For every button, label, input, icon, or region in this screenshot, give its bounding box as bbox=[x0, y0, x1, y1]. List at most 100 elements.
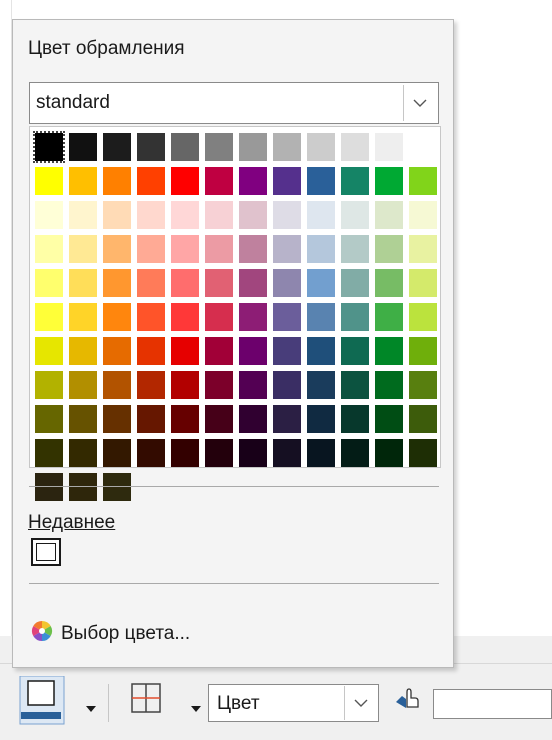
color-swatch[interactable] bbox=[407, 403, 441, 437]
color-swatch[interactable] bbox=[305, 267, 339, 301]
color-swatch[interactable] bbox=[339, 403, 373, 437]
color-swatch[interactable] bbox=[305, 335, 339, 369]
color-swatch[interactable] bbox=[305, 131, 339, 165]
color-swatch[interactable] bbox=[271, 437, 305, 471]
color-swatch[interactable] bbox=[33, 471, 67, 505]
color-swatch[interactable] bbox=[271, 335, 305, 369]
color-swatch[interactable] bbox=[373, 165, 407, 199]
color-swatch[interactable] bbox=[305, 403, 339, 437]
color-swatch[interactable] bbox=[33, 369, 67, 403]
color-swatch[interactable] bbox=[101, 165, 135, 199]
color-swatch[interactable] bbox=[203, 301, 237, 335]
color-swatch[interactable] bbox=[373, 437, 407, 471]
chevron-down-icon[interactable] bbox=[344, 686, 377, 720]
color-swatch[interactable] bbox=[203, 437, 237, 471]
color-swatch[interactable] bbox=[237, 233, 271, 267]
color-swatch[interactable] bbox=[373, 301, 407, 335]
color-swatch[interactable] bbox=[271, 267, 305, 301]
color-swatch[interactable] bbox=[67, 165, 101, 199]
color-swatch[interactable] bbox=[33, 199, 67, 233]
color-swatch[interactable] bbox=[67, 199, 101, 233]
color-swatch[interactable] bbox=[203, 233, 237, 267]
chevron-down-icon[interactable] bbox=[403, 85, 436, 121]
color-swatch[interactable] bbox=[33, 437, 67, 471]
color-swatch[interactable] bbox=[203, 403, 237, 437]
color-swatch[interactable] bbox=[101, 437, 135, 471]
color-swatch[interactable] bbox=[203, 267, 237, 301]
color-swatch[interactable] bbox=[373, 369, 407, 403]
color-swatch[interactable] bbox=[373, 233, 407, 267]
color-swatch[interactable] bbox=[407, 233, 441, 267]
recent-color-swatch[interactable] bbox=[31, 538, 61, 566]
color-swatch[interactable] bbox=[67, 471, 101, 505]
color-swatch[interactable] bbox=[101, 233, 135, 267]
color-swatch[interactable] bbox=[339, 165, 373, 199]
color-swatch[interactable] bbox=[271, 199, 305, 233]
color-swatch[interactable] bbox=[169, 267, 203, 301]
color-swatch[interactable] bbox=[339, 437, 373, 471]
color-swatch[interactable] bbox=[407, 335, 441, 369]
color-swatch[interactable] bbox=[237, 335, 271, 369]
color-swatch[interactable] bbox=[237, 131, 271, 165]
color-swatch[interactable] bbox=[135, 335, 169, 369]
color-swatch[interactable] bbox=[101, 369, 135, 403]
color-swatch[interactable] bbox=[67, 335, 101, 369]
borders-dropdown-arrow[interactable] bbox=[191, 700, 201, 718]
color-swatch[interactable] bbox=[33, 403, 67, 437]
color-swatch[interactable] bbox=[203, 165, 237, 199]
color-swatch[interactable] bbox=[305, 369, 339, 403]
color-swatch[interactable] bbox=[237, 301, 271, 335]
color-swatch[interactable] bbox=[101, 131, 135, 165]
color-swatch[interactable] bbox=[237, 369, 271, 403]
pointer-hand-icon[interactable] bbox=[393, 686, 423, 717]
color-swatch[interactable] bbox=[271, 403, 305, 437]
color-swatch[interactable] bbox=[203, 131, 237, 165]
color-swatch[interactable] bbox=[67, 233, 101, 267]
color-swatch[interactable] bbox=[135, 403, 169, 437]
color-swatch[interactable] bbox=[271, 131, 305, 165]
color-swatch[interactable] bbox=[373, 131, 407, 165]
color-swatch[interactable] bbox=[101, 301, 135, 335]
borders-button[interactable] bbox=[130, 682, 162, 719]
color-swatch[interactable] bbox=[203, 369, 237, 403]
color-swatch[interactable] bbox=[169, 369, 203, 403]
color-swatch[interactable] bbox=[407, 369, 441, 403]
color-swatch[interactable] bbox=[339, 369, 373, 403]
color-swatch[interactable] bbox=[305, 301, 339, 335]
color-swatch[interactable] bbox=[101, 403, 135, 437]
color-swatch[interactable] bbox=[339, 301, 373, 335]
color-swatch[interactable] bbox=[339, 199, 373, 233]
color-swatch[interactable] bbox=[101, 267, 135, 301]
color-swatch[interactable] bbox=[33, 335, 67, 369]
color-swatch[interactable] bbox=[135, 369, 169, 403]
color-swatch[interactable] bbox=[101, 335, 135, 369]
color-swatch[interactable] bbox=[135, 437, 169, 471]
color-swatch[interactable] bbox=[67, 403, 101, 437]
color-swatch[interactable] bbox=[407, 267, 441, 301]
color-swatch[interactable] bbox=[169, 199, 203, 233]
color-swatch[interactable] bbox=[135, 233, 169, 267]
color-swatch[interactable] bbox=[67, 131, 101, 165]
color-swatch[interactable] bbox=[339, 267, 373, 301]
color-swatch[interactable] bbox=[67, 301, 101, 335]
value-field[interactable] bbox=[433, 689, 552, 719]
color-swatch[interactable] bbox=[67, 369, 101, 403]
color-swatch[interactable] bbox=[271, 369, 305, 403]
color-swatch[interactable] bbox=[407, 437, 441, 471]
color-swatch[interactable] bbox=[169, 335, 203, 369]
color-swatch[interactable] bbox=[237, 267, 271, 301]
color-swatch[interactable] bbox=[407, 301, 441, 335]
color-swatch[interactable] bbox=[407, 131, 441, 165]
color-swatch[interactable] bbox=[101, 199, 135, 233]
color-swatch[interactable] bbox=[67, 437, 101, 471]
color-swatch[interactable] bbox=[135, 301, 169, 335]
color-swatch[interactable] bbox=[237, 437, 271, 471]
color-swatch[interactable] bbox=[305, 233, 339, 267]
color-swatch[interactable] bbox=[305, 437, 339, 471]
color-swatch[interactable] bbox=[169, 403, 203, 437]
color-swatch[interactable] bbox=[169, 437, 203, 471]
color-swatch[interactable] bbox=[169, 165, 203, 199]
color-swatch[interactable] bbox=[135, 267, 169, 301]
color-swatch[interactable] bbox=[373, 403, 407, 437]
color-swatch[interactable] bbox=[237, 403, 271, 437]
